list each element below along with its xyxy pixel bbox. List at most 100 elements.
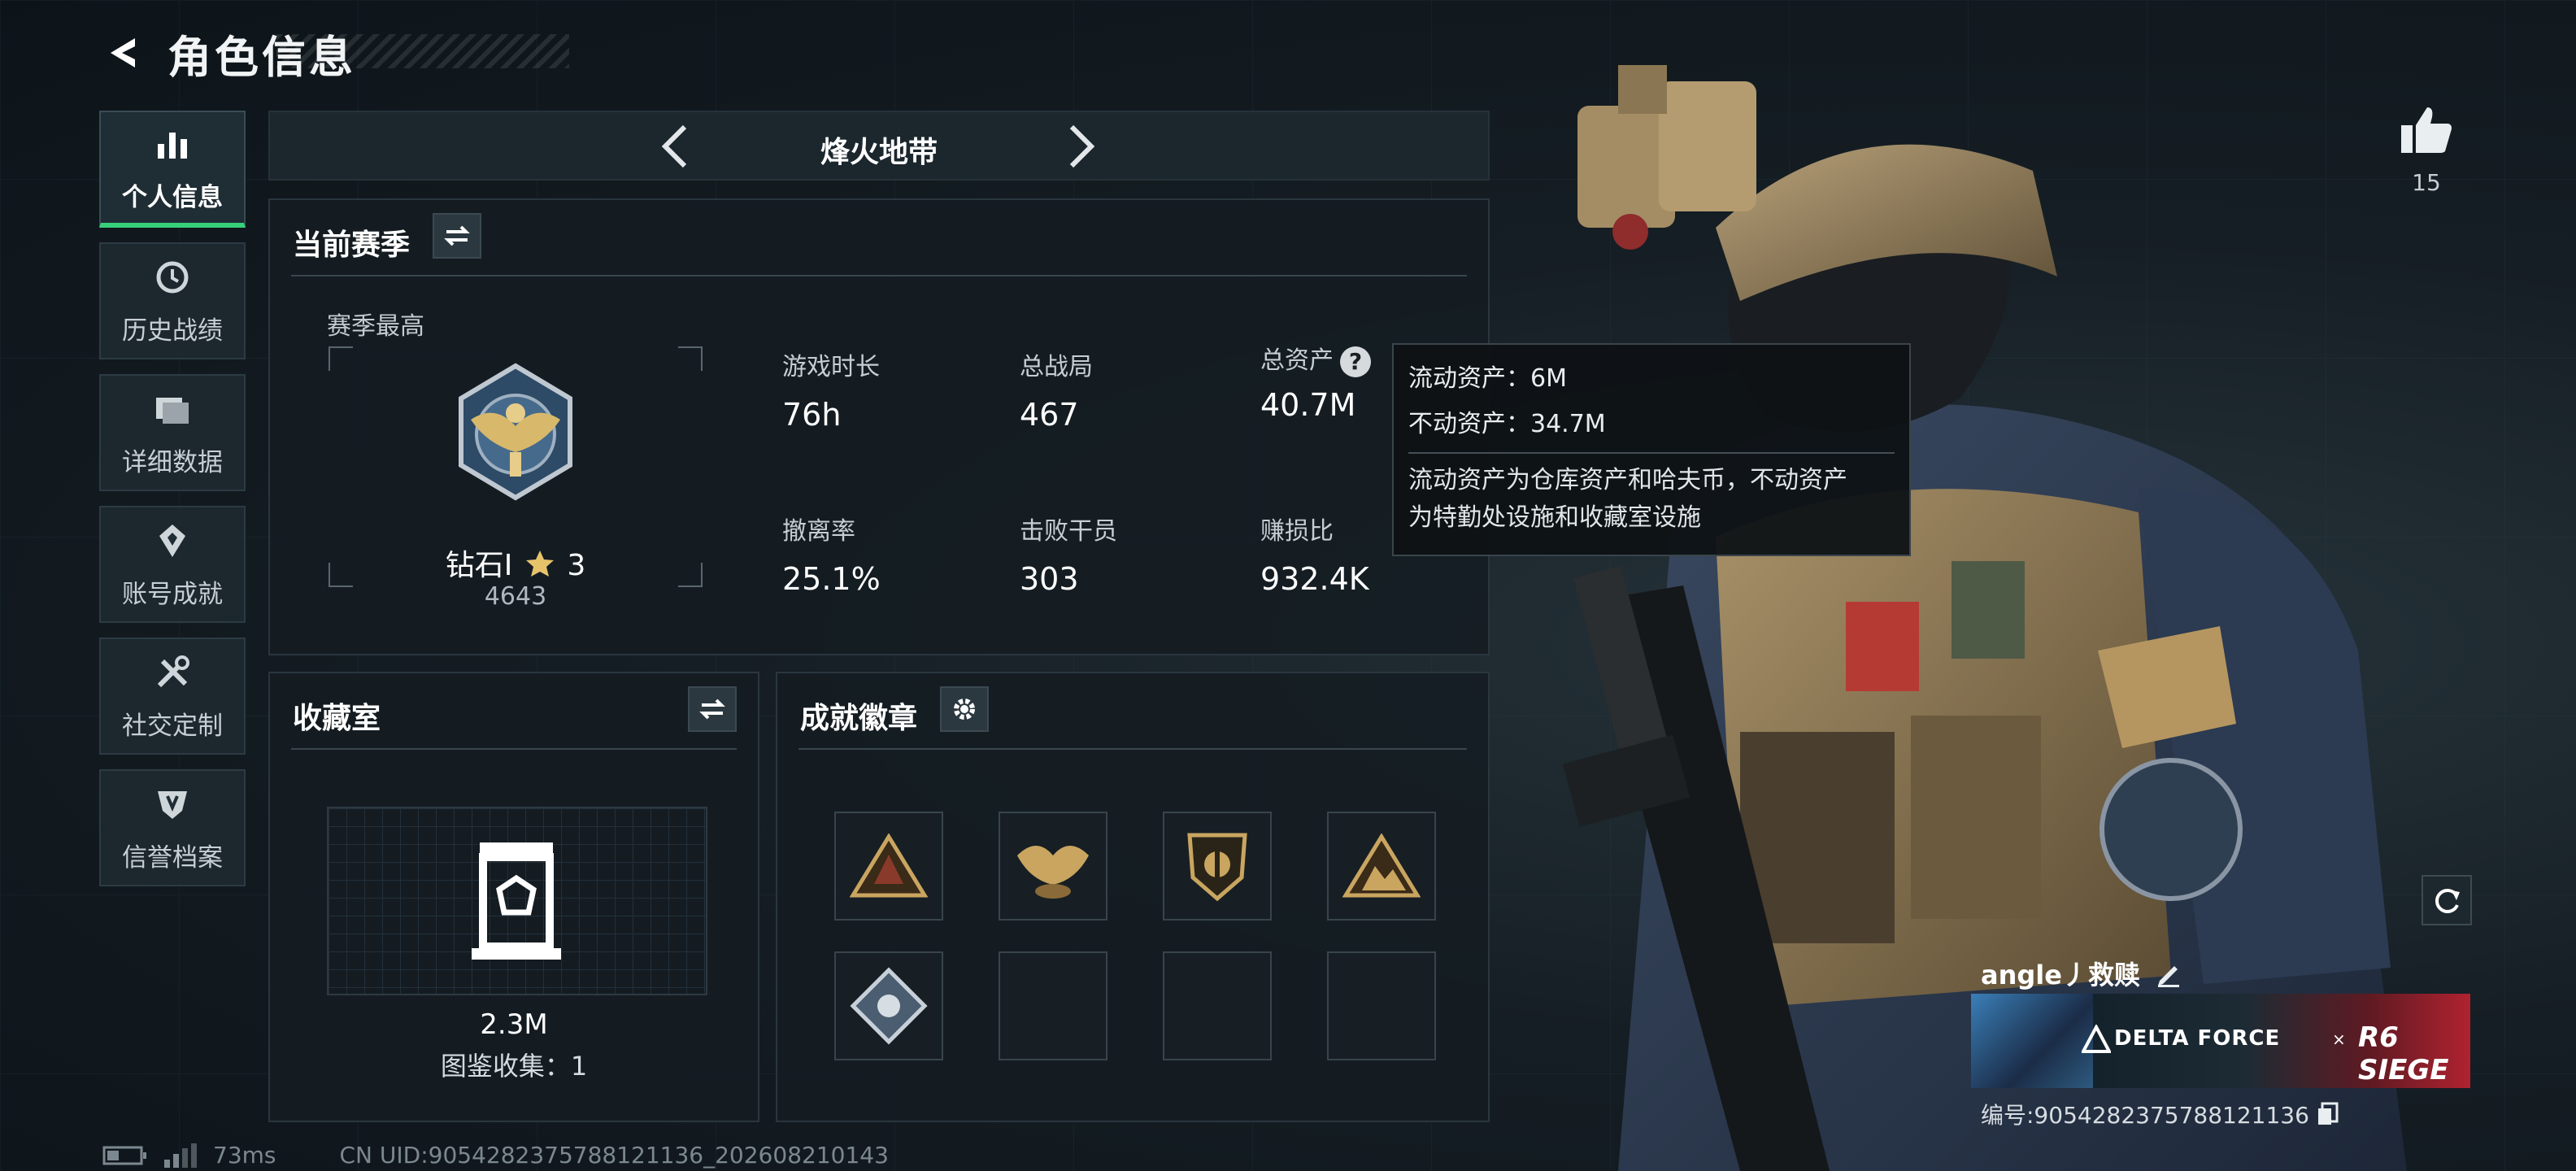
- tools-icon: [157, 655, 189, 687]
- collection-count: 图鉴收集：1: [440, 1051, 588, 1082]
- stat-label: 总战局: [1020, 353, 1093, 381]
- sidebar-item-label: 社交定制: [122, 711, 223, 741]
- battery-icon: [102, 1146, 146, 1164]
- season-best-label: 赛季最高: [327, 312, 424, 341]
- edit-icon[interactable]: [2155, 960, 2182, 987]
- stat-value: 76h: [782, 397, 842, 433]
- stat-extract-rate: 撤离率 25.1%: [782, 511, 881, 597]
- delta-force-logo-icon: [2082, 1025, 2111, 1053]
- bar-chart-icon: [158, 132, 187, 159]
- banner-x-text: ×: [2332, 1030, 2346, 1049]
- badge-slot[interactable]: [834, 951, 943, 1060]
- tooltip-description-line-2: 为特勤处设施和收藏室设施: [1408, 503, 1701, 532]
- divider: [798, 748, 1467, 750]
- ping-text: 73ms: [213, 1142, 276, 1169]
- tooltip-fixed-assets: 不动资产：34.7M: [1408, 410, 1606, 438]
- display-case-icon: [472, 842, 561, 960]
- divider: [291, 748, 737, 750]
- player-id-row: 编号:9054282375788121136: [1981, 1098, 2340, 1130]
- badge-slot-empty[interactable]: [1327, 951, 1436, 1060]
- collection-showcase[interactable]: [327, 807, 707, 995]
- player-name-row: angle丿救赎: [1981, 955, 2182, 992]
- tooltip-divider: [1408, 452, 1895, 454]
- medal-icon: [159, 524, 185, 557]
- refresh-button[interactable]: [2422, 875, 2472, 925]
- uid-text: CN UID:9054282375788121136_202608210143: [339, 1142, 889, 1169]
- player-banner[interactable]: DELTA FORCE × R6 SIEGE: [1971, 994, 2470, 1088]
- banner-left-text: DELTA FORCE: [2114, 1026, 2281, 1051]
- rank-name-row: 钻石I 3: [329, 542, 703, 584]
- season-panel: 当前赛季 赛季最高 钻石I 3 4643 游戏时长 76h 总战局 467 总资…: [268, 198, 1490, 655]
- sidebar-item-detailed-data[interactable]: 详细数据: [99, 374, 246, 491]
- stat-label-row: 总资产?: [1260, 340, 1371, 377]
- page-title: 角色信息: [168, 31, 356, 83]
- sidebar-item-label: 个人信息: [122, 182, 223, 212]
- collection-switch-button[interactable]: [688, 686, 737, 732]
- badges-panel: 成就徽章: [776, 672, 1490, 1122]
- sidebar-item-label: 账号成就: [122, 579, 223, 609]
- sidebar-item-history[interactable]: 历史战绩: [99, 242, 246, 359]
- gear-icon: [954, 699, 975, 720]
- rank-emblem-icon: [459, 363, 572, 501]
- stat-value: 467: [1020, 397, 1079, 433]
- badge-slot[interactable]: [999, 812, 1107, 921]
- like-count: 15: [2412, 169, 2441, 196]
- sidebar-item-achievements[interactable]: 账号成就: [99, 506, 246, 623]
- mode-next-button[interactable]: [1055, 122, 1104, 171]
- season-switch-button[interactable]: [433, 213, 481, 259]
- sidebar-item-reputation[interactable]: 信誉档案: [99, 769, 246, 886]
- stat-label: 游戏时长: [782, 353, 880, 381]
- shield-badge-icon: [1187, 833, 1247, 902]
- diamond-badge-icon: [850, 967, 928, 1045]
- folder-icon: [156, 397, 189, 424]
- rank-stars: 3: [567, 549, 586, 582]
- mountain-badge-icon: [1342, 834, 1421, 898]
- back-arrow-icon: [111, 38, 135, 67]
- footer: 73ms CN UID:9054282375788121136_20260821…: [102, 1142, 889, 1169]
- sidebar: 个人信息 历史战绩 详细数据 账号成就 社交定制 信誉档案: [99, 111, 249, 901]
- swap-icon: [699, 699, 725, 720]
- signal-icon: [164, 1143, 197, 1168]
- back-button[interactable]: [98, 28, 146, 77]
- player-id: 编号:9054282375788121136: [1981, 1102, 2309, 1129]
- help-icon[interactable]: ?: [1340, 346, 1371, 377]
- like-button[interactable]: 15: [2395, 104, 2457, 196]
- shield-icon: [158, 790, 187, 819]
- assets-tooltip: 流动资产：6M 不动资产：34.7M 流动资产为仓库资产和哈夫币，不动资产 为特…: [1392, 343, 1911, 556]
- stat-label: 赚损比: [1260, 517, 1334, 546]
- thumbs-up-icon: [2401, 107, 2452, 153]
- sidebar-item-personal-info[interactable]: 个人信息: [99, 111, 246, 228]
- sidebar-item-social-custom[interactable]: 社交定制: [99, 638, 246, 755]
- player-avatar: [1971, 994, 2093, 1088]
- swap-icon: [444, 225, 470, 246]
- player-name: angle丿救赎: [1981, 960, 2140, 990]
- badge-slot-empty[interactable]: [999, 951, 1107, 1060]
- mode-name: 烽火地带: [820, 136, 938, 169]
- sidebar-item-label: 详细数据: [122, 447, 223, 477]
- sidebar-item-label: 历史战绩: [122, 316, 223, 346]
- stat-total-matches: 总战局 467: [1020, 346, 1093, 433]
- rank-name: 钻石I: [445, 549, 513, 582]
- stat-play-time: 游戏时长 76h: [782, 346, 880, 433]
- stat-operators-defeated: 击败干员 303: [1020, 511, 1117, 597]
- stat-label: 击败干员: [1020, 517, 1117, 546]
- stat-total-assets: 总资产? 40.7M: [1260, 340, 1371, 423]
- badges-settings-button[interactable]: [940, 686, 989, 732]
- badge-slot[interactable]: [1327, 812, 1436, 921]
- stat-value: 932.4K: [1260, 561, 1369, 597]
- mode-selector: 烽火地带: [268, 111, 1490, 181]
- copy-icon[interactable]: [2316, 1102, 2340, 1126]
- stat-label: 撤离率: [782, 517, 855, 546]
- badge-slot[interactable]: [834, 812, 943, 921]
- tooltip-liquid-assets: 流动资产：6M: [1408, 364, 1567, 393]
- badge-slot[interactable]: [1163, 812, 1272, 921]
- rank-frame: 钻石I 3 4643: [329, 346, 703, 611]
- collection-value: 2.3M: [480, 1008, 548, 1041]
- refresh-icon: [2435, 889, 2460, 913]
- sidebar-item-label: 信誉档案: [122, 842, 223, 873]
- clock-icon: [156, 261, 189, 293]
- divider: [291, 275, 1467, 276]
- stat-value: 303: [1020, 561, 1079, 597]
- triangle-badge-icon: [850, 834, 928, 898]
- badge-slot-empty[interactable]: [1163, 951, 1272, 1060]
